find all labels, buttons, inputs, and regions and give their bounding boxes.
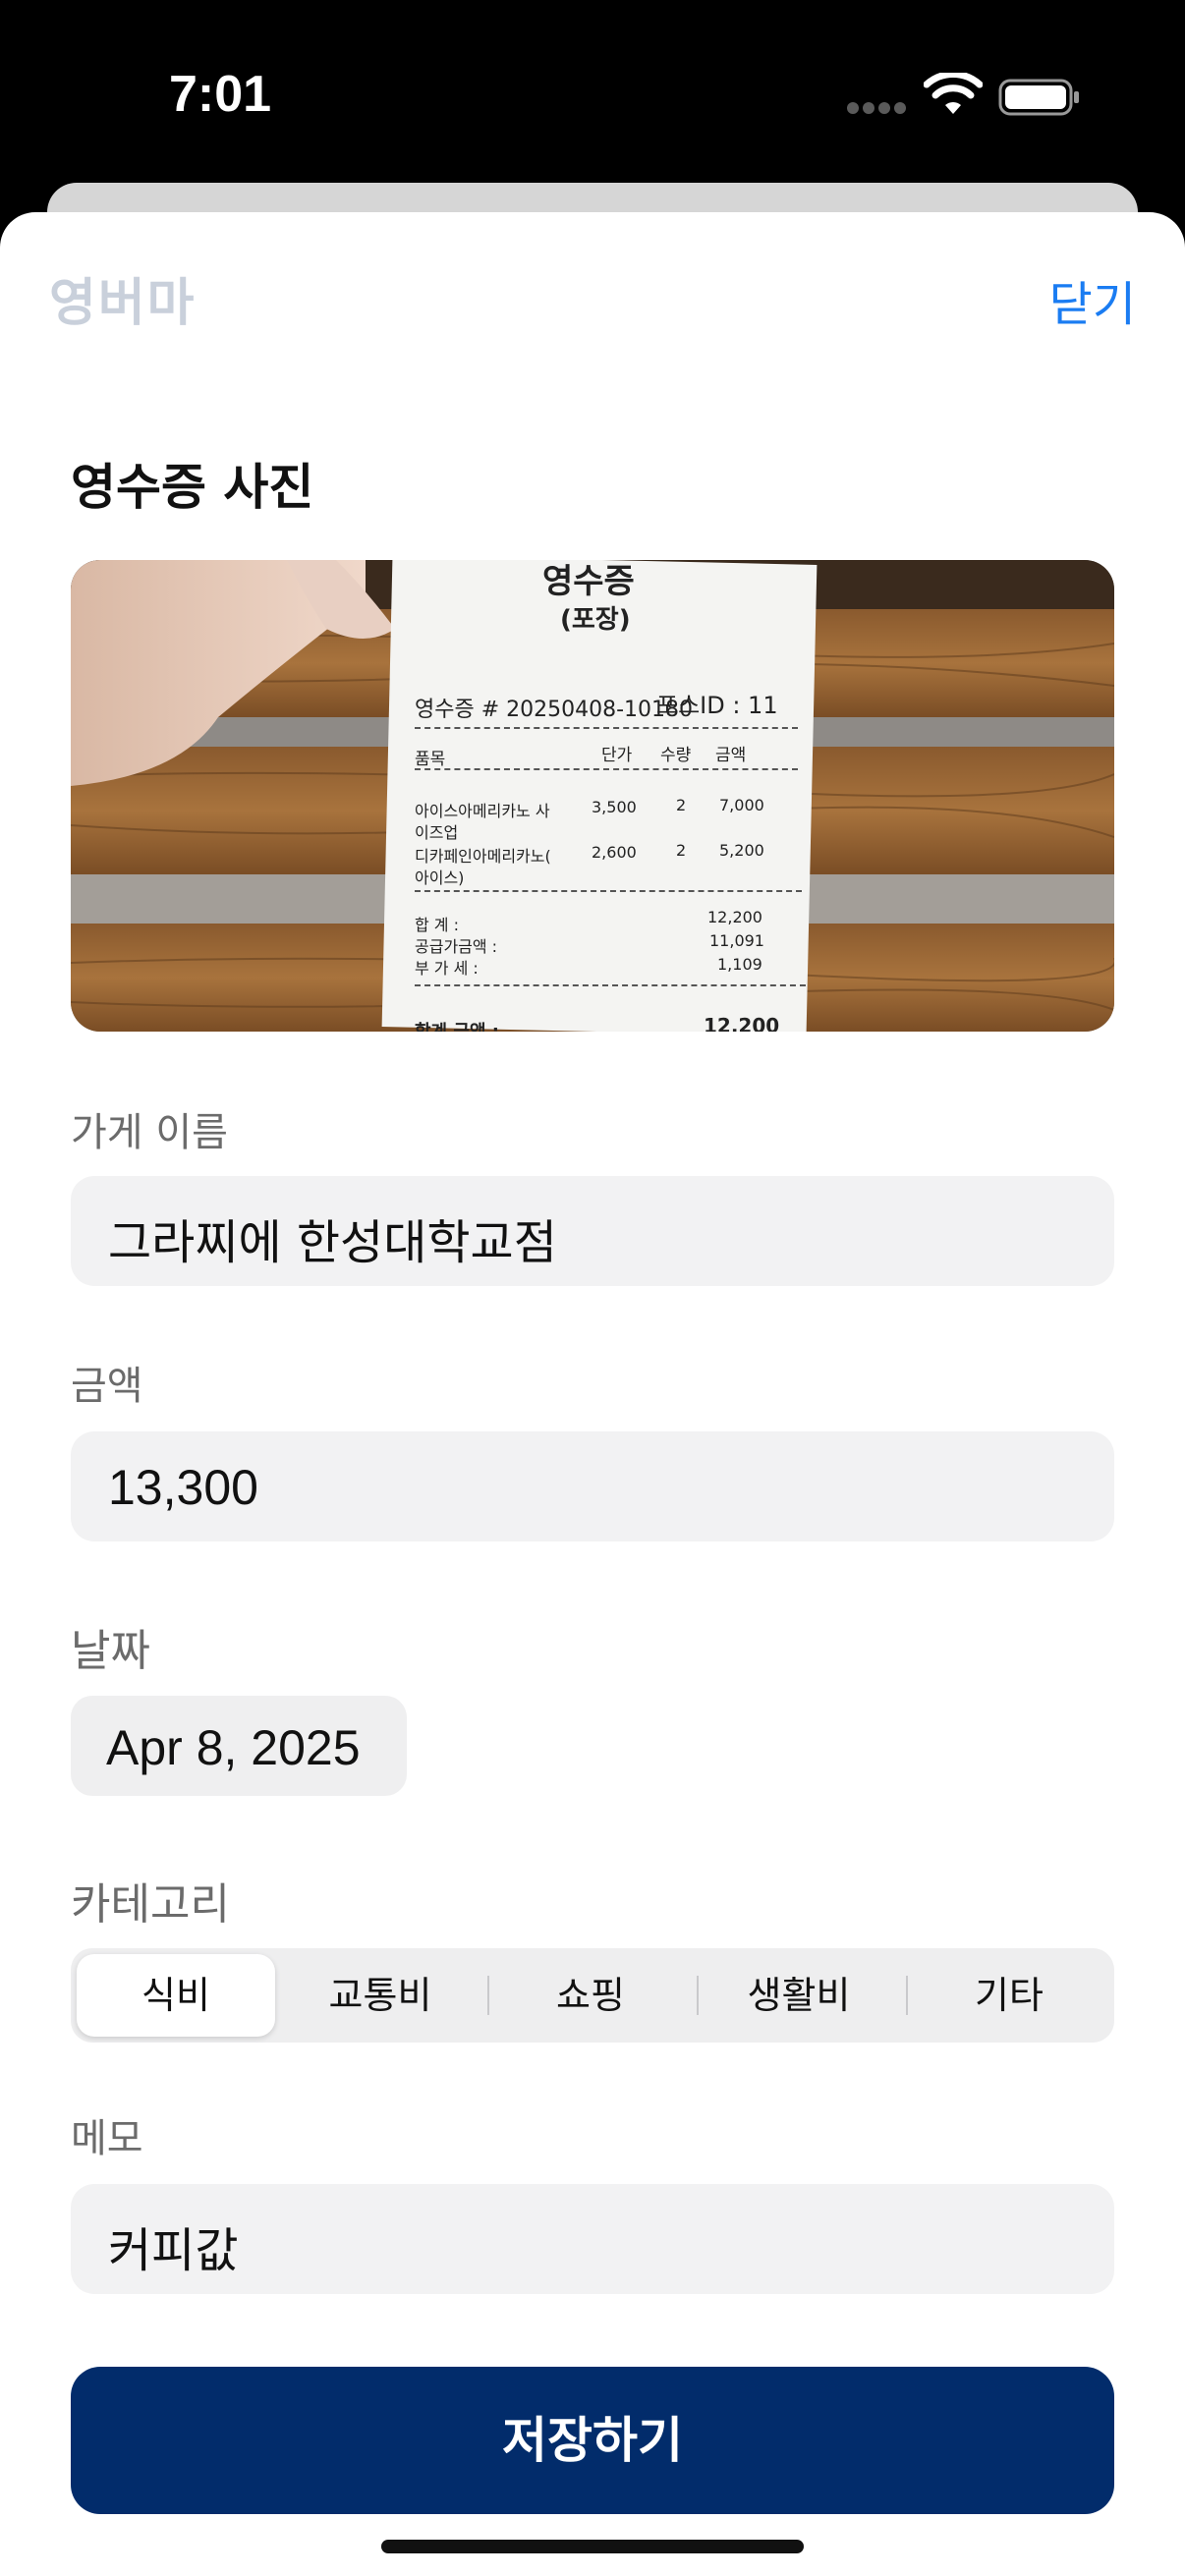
receipt-subtitle: (포장) [560,605,631,635]
category-label: 카테고리 [71,1879,230,1930]
receipt-header-item: 품목 [415,750,446,769]
receipt-pos: 포스ID : 11 [656,692,778,719]
receipt-final-value: 12,200 [704,1014,780,1032]
receipt-photo-title: 영수증 사진 [71,459,314,516]
receipt-final-label: 합계 금액 : [415,1018,499,1032]
receipt-total-value: 1,109 [717,955,762,974]
category-option-other[interactable]: 기타 [910,1954,1108,2037]
receipt-header-qty: 수량 [660,746,692,765]
receipt-item-amount: 7,000 [719,796,764,814]
amount-value: 13,300 [108,1460,258,1515]
date-value: Apr 8, 2025 [106,1720,361,1775]
receipt-photo[interactable]: 영수증 (포장) 영수증 # 20250408-10180 포스ID : 11 … [71,560,1114,1032]
app-logo: 영버마 [49,274,197,333]
receipt-item-price: 2,600 [592,843,637,862]
receipt-total-label: 합 계 : [415,916,460,934]
category-option-food[interactable]: 식비 [77,1954,275,2037]
home-indicator [381,2540,804,2553]
date-label: 날짜 [71,1626,150,1676]
store-name-label: 가게 이름 [71,1110,228,1155]
category-option-transport[interactable]: 교통비 [281,1954,480,2037]
receipt-total-value: 11,091 [709,931,764,950]
status-bar: 7:01 [0,0,1185,182]
category-segmented-control: 식비 교통비 쇼핑 생활비 기타 [71,1948,1114,2043]
amount-field[interactable]: 13,300 [71,1431,1114,1541]
receipt-item-name: 디카페인아메리카노( [415,847,551,866]
memo-field[interactable]: 커피값 [71,2184,1114,2294]
receipt-item-name: 아이스아메리카노 사 [415,802,550,820]
date-picker-button[interactable]: Apr 8, 2025 [71,1696,407,1796]
receipt-item-amount: 5,200 [719,841,764,860]
save-button[interactable]: 저장하기 [71,2367,1114,2514]
category-option-living[interactable]: 생활비 [700,1954,898,2037]
store-name-field[interactable]: 그라찌에 한성대학교점 [71,1176,1114,1286]
receipt-paper: 영수증 (포장) 영수증 # 20250408-10180 포스ID : 11 … [395,560,808,1032]
receipt-number: 영수증 # 20250408-10180 [415,698,694,722]
memo-label: 메모 [71,2116,143,2161]
receipt-header-price: 단가 [601,746,633,765]
receipt-total-label: 부 가 세 : [415,959,479,978]
close-button[interactable]: 닫기 [1049,265,1136,334]
category-option-shopping[interactable]: 쇼핑 [491,1954,690,2037]
receipt-header-amount: 금액 [715,746,747,765]
cellular-signal-icon [847,102,906,116]
receipt-title: 영수증 [542,562,635,601]
amount-label: 금액 [71,1364,143,1409]
status-time: 7:01 [169,66,272,123]
memo-value: 커피값 [108,2223,239,2278]
receipt-item-price: 3,500 [592,798,637,816]
receipt-item-name: 이즈업 [415,823,459,842]
store-name-value: 그라찌에 한성대학교점 [108,1215,557,1270]
receipt-item-name: 아이스) [415,868,465,887]
receipt-total-value: 12,200 [707,908,762,926]
battery-icon [998,79,1079,116]
receipt-total-label: 공급가금액 : [415,937,498,956]
receipt-item-qty: 2 [676,841,687,860]
receipt-item-qty: 2 [676,796,687,814]
wifi-icon [924,73,983,114]
